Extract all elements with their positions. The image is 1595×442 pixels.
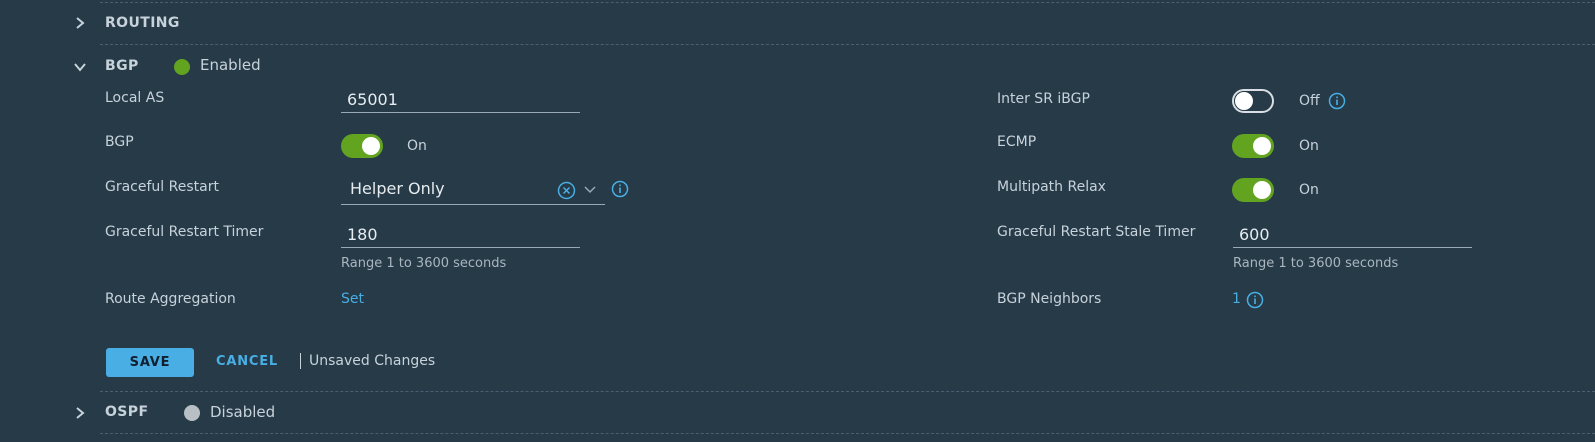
divider — [100, 44, 1595, 45]
ospf-status-text: Disabled — [210, 403, 276, 421]
ospf-status-dot — [184, 405, 200, 421]
clear-icon[interactable] — [557, 181, 576, 200]
routing-expand-chevron-right-icon[interactable] — [69, 12, 91, 34]
multipath-relax-toggle-state: On — [1299, 182, 1319, 198]
ecmp-toggle[interactable] — [1232, 134, 1274, 158]
graceful-restart-timer-input[interactable]: 180 — [341, 224, 580, 248]
local-as-input[interactable]: 65001 — [341, 89, 580, 113]
bgp-toggle[interactable] — [341, 134, 383, 158]
graceful-restart-timer-hint: Range 1 to 3600 seconds — [341, 256, 507, 271]
divider — [100, 2, 1595, 3]
separator — [300, 353, 301, 369]
bgp-label: BGP — [105, 134, 134, 150]
bgp-section-title[interactable]: BGP — [105, 58, 139, 74]
bgp-toggle-state: On — [407, 138, 427, 154]
bgp-neighbors-info-icon[interactable] — [1246, 291, 1264, 309]
multipath-relax-toggle[interactable] — [1232, 178, 1274, 202]
graceful-restart-timer-label: Graceful Restart Timer — [105, 224, 264, 240]
inter-sr-ibgp-label: Inter SR iBGP — [997, 91, 1090, 107]
bgp-status-dot — [174, 59, 190, 75]
ecmp-label: ECMP — [997, 134, 1037, 150]
bgp-status-text: Enabled — [200, 56, 261, 74]
ospf-expand-chevron-right-icon[interactable] — [69, 402, 91, 424]
inter-sr-ibgp-toggle-state: Off — [1299, 93, 1320, 109]
graceful-restart-info-icon[interactable] — [611, 180, 629, 198]
graceful-restart-stale-timer-hint: Range 1 to 3600 seconds — [1233, 256, 1399, 271]
ospf-section-title[interactable]: OSPF — [105, 404, 148, 420]
unsaved-changes-text: Unsaved Changes — [309, 353, 436, 369]
graceful-restart-label: Graceful Restart — [105, 179, 219, 195]
bgp-neighbors-count-link[interactable]: 1 — [1232, 291, 1241, 307]
chevron-down-icon[interactable] — [583, 183, 597, 197]
graceful-restart-value: Helper Only — [350, 179, 445, 198]
route-aggregation-label: Route Aggregation — [105, 291, 236, 307]
bgp-collapse-chevron-down-icon[interactable] — [69, 56, 91, 78]
graceful-restart-stale-timer-label: Graceful Restart Stale Timer — [997, 224, 1196, 240]
graceful-restart-stale-timer-input[interactable]: 600 — [1233, 224, 1472, 248]
multipath-relax-label: Multipath Relax — [997, 179, 1106, 195]
save-button[interactable]: SAVE — [106, 348, 194, 377]
ecmp-toggle-state: On — [1299, 138, 1319, 154]
divider — [100, 391, 1595, 392]
divider — [100, 433, 1595, 434]
inter-sr-ibgp-info-icon[interactable] — [1328, 92, 1346, 110]
cancel-button[interactable]: CANCEL — [216, 354, 278, 369]
route-aggregation-set-link[interactable]: Set — [341, 291, 364, 307]
routing-section-title[interactable]: ROUTING — [105, 15, 180, 31]
bgp-neighbors-label: BGP Neighbors — [997, 291, 1102, 307]
inter-sr-ibgp-toggle[interactable] — [1232, 89, 1274, 113]
local-as-label: Local AS — [105, 90, 165, 106]
